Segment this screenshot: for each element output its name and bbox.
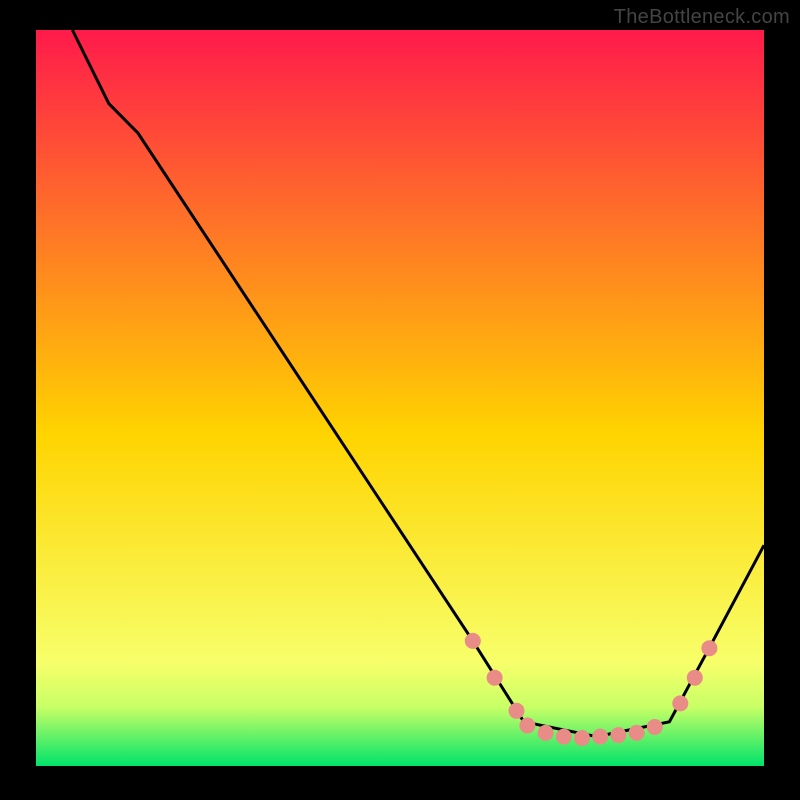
gradient-background <box>36 30 764 766</box>
sweet-spot-marker <box>487 670 503 686</box>
sweet-spot-marker <box>687 670 703 686</box>
sweet-spot-marker <box>556 729 572 745</box>
chart-stage: TheBottleneck.com <box>0 0 800 800</box>
sweet-spot-marker <box>509 703 525 719</box>
sweet-spot-marker <box>465 633 481 649</box>
sweet-spot-marker <box>574 730 590 746</box>
bottleneck-chart <box>0 0 800 800</box>
attribution-label: TheBottleneck.com <box>614 6 790 29</box>
sweet-spot-marker <box>672 695 688 711</box>
sweet-spot-marker <box>701 640 717 656</box>
sweet-spot-marker <box>538 725 554 741</box>
sweet-spot-marker <box>592 729 608 745</box>
plot-area <box>36 30 764 766</box>
sweet-spot-marker <box>519 718 535 734</box>
sweet-spot-marker <box>647 719 663 735</box>
sweet-spot-marker <box>610 727 626 743</box>
sweet-spot-marker <box>629 725 645 741</box>
